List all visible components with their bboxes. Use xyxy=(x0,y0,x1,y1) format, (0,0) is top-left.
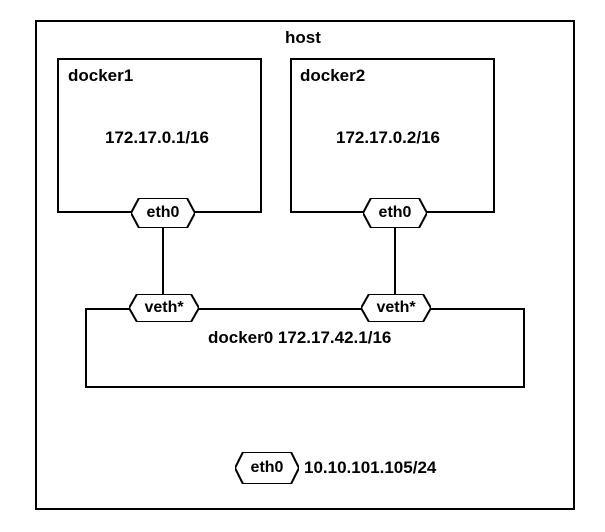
veth-left-badge: veth* xyxy=(129,294,199,322)
eth0-icon: eth0 xyxy=(131,198,195,228)
host-title: host xyxy=(285,28,321,48)
eth0-icon: eth0 xyxy=(363,198,427,228)
veth-icon: veth* xyxy=(361,294,431,322)
diagram: host docker1 172.17.0.1/16 docker2 172.1… xyxy=(0,0,605,532)
docker1-ip: 172.17.0.1/16 xyxy=(105,128,209,148)
eth0-icon: eth0 xyxy=(235,452,299,484)
veth-right-badge: veth* xyxy=(361,294,431,322)
host-eth0-ip: 10.10.101.105/24 xyxy=(304,458,436,478)
veth-icon: veth* xyxy=(129,294,199,322)
docker1-name: docker1 xyxy=(68,66,133,86)
docker2-eth0-badge: eth0 xyxy=(363,198,427,228)
docker2-ip: 172.17.0.2/16 xyxy=(336,128,440,148)
docker2-name: docker2 xyxy=(300,66,365,86)
bridge-label: docker0 172.17.42.1/16 xyxy=(208,328,391,348)
docker1-eth0-badge: eth0 xyxy=(131,198,195,228)
host-eth0-badge: eth0 xyxy=(235,452,299,484)
